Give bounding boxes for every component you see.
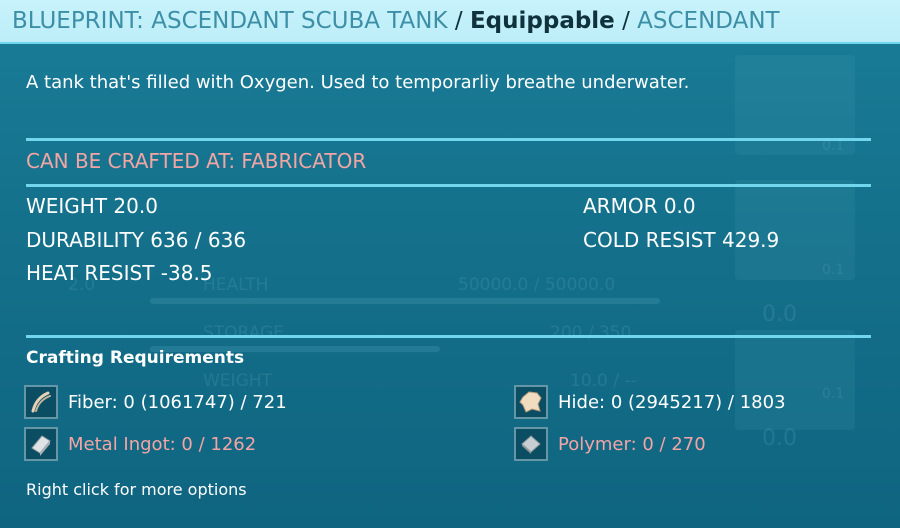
requirement-polymer: Polymer: 0 / 270 — [514, 426, 706, 462]
divider — [26, 138, 871, 141]
item-type: Equippable — [469, 8, 615, 34]
item-quality: ASCENDANT — [637, 8, 780, 34]
stat-heat-resist: HEAT RESIST -38.5 — [26, 261, 213, 285]
stat-weight: WEIGHT 20.0 — [26, 194, 158, 218]
background-storage-label: STORAGE — [203, 323, 284, 343]
crafting-requirements-title: Crafting Requirements — [26, 348, 245, 368]
stat-cold-resist: COLD RESIST 429.9 — [583, 228, 780, 252]
requirement-text: Fiber: 0 (1061747) / 721 — [68, 391, 287, 413]
hide-icon — [514, 385, 548, 419]
item-description: A tank that's filled with Oxygen. Used t… — [26, 72, 690, 93]
background-armor-value: 0.0 — [762, 426, 797, 451]
requirement-fiber: Fiber: 0 (1061747) / 721 — [24, 384, 287, 420]
stat-durability: DURABILITY 636 / 636 — [26, 228, 247, 252]
background-armor-value: 0.0 — [762, 302, 797, 327]
requirement-text: Hide: 0 (2945217) / 1803 — [558, 391, 786, 413]
title-separator: / — [622, 8, 630, 34]
requirement-metal-ingot: Metal Ingot: 0 / 1262 — [24, 426, 256, 462]
title-separator: / — [454, 8, 463, 34]
item-title-bar: BLUEPRINT: ASCENDANT SCUBA TANK / Equipp… — [0, 0, 900, 44]
background-slot-value: 0.1 — [822, 262, 845, 278]
right-click-hint: Right click for more options — [26, 480, 247, 499]
requirement-hide: Hide: 0 (2945217) / 1803 — [514, 384, 786, 420]
fiber-icon — [24, 385, 58, 419]
background-health-bar — [150, 298, 660, 304]
background-health-label: HEALTH — [203, 275, 269, 295]
crafting-station-label: CAN BE CRAFTED AT: FABRICATOR — [26, 149, 367, 173]
background-slot-value: 0.1 — [822, 386, 845, 402]
background-health-value: 50000.0 / 50000.0 — [458, 275, 616, 295]
divider — [26, 184, 871, 187]
background-storage-value: 200 / 350 — [550, 323, 632, 343]
divider — [26, 335, 871, 338]
polymer-icon — [514, 427, 548, 461]
requirement-text: Metal Ingot: 0 / 1262 — [68, 433, 257, 455]
stat-armor: ARMOR 0.0 — [583, 194, 696, 218]
metal-ingot-icon — [24, 427, 58, 461]
item-tooltip: HEALTH 50000.0 / 50000.0 STORAGE 200 / 3… — [0, 0, 900, 528]
requirement-text: Polymer: 0 / 270 — [558, 433, 706, 455]
item-name: BLUEPRINT: ASCENDANT SCUBA TANK — [12, 8, 448, 34]
